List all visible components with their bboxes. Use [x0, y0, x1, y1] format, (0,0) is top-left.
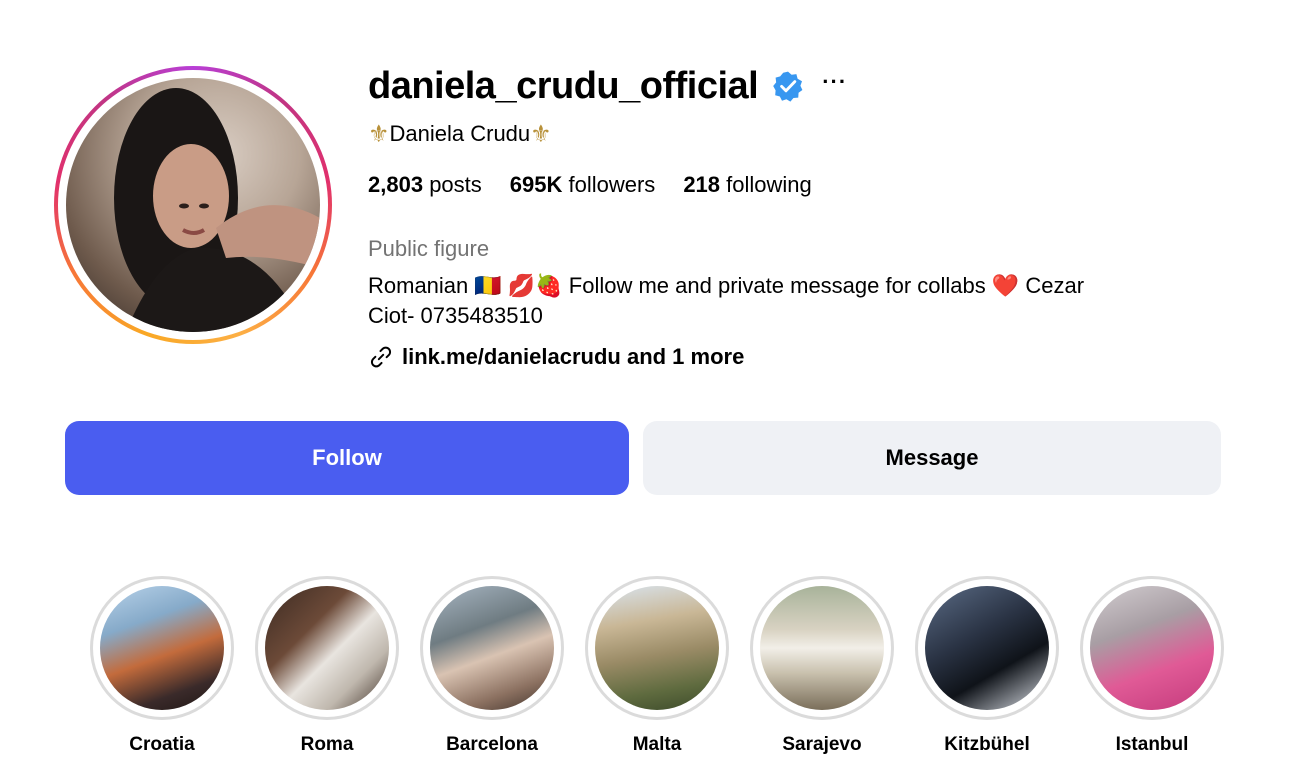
highlight-ring [255, 576, 399, 720]
full-name: Daniela Crudu [389, 121, 531, 146]
following-label: following [726, 172, 812, 197]
avatar-border [58, 70, 328, 340]
link-icon [370, 346, 392, 368]
highlight-border [1083, 579, 1221, 717]
posts-count: 2,803 [368, 172, 424, 197]
followers-count: 695K [509, 172, 563, 197]
username-row: daniela_crudu_official ··· [368, 60, 847, 112]
highlight-item[interactable]: Sarajevo [750, 576, 894, 756]
highlight-ring [90, 576, 234, 720]
highlight-label: Barcelona [446, 734, 538, 755]
highlight-label: Croatia [129, 734, 195, 755]
fleur-de-lis-icon: ⚜ [530, 120, 552, 148]
highlight-ring [585, 576, 729, 720]
profile-avatar-ring[interactable] [54, 66, 332, 344]
posts-stat: 2,803 posts [368, 172, 482, 198]
bio-line: Ciot- 0735483510 [368, 303, 543, 328]
story-highlights: Croatia Roma Barcelona Malta Sarajevo Ki… [90, 576, 1224, 756]
highlight-border [93, 579, 231, 717]
bio-line: Romanian 🇷🇴 💋🍓 Follow me and private mes… [368, 273, 1085, 298]
highlight-item[interactable]: Istanbul [1080, 576, 1224, 756]
highlight-label: Malta [632, 734, 682, 755]
highlight-label: Sarajevo [782, 734, 862, 755]
highlight-label: Roma [300, 734, 354, 755]
highlight-border [258, 579, 396, 717]
profile-link[interactable]: link.me/danielacrudu and 1 more [368, 344, 744, 370]
highlight-thumbnail [100, 586, 224, 710]
highlight-thumbnail [760, 586, 884, 710]
highlight-label: Kitzbühel [944, 734, 1030, 755]
posts-label: posts [429, 172, 482, 197]
avatar-photo-illustration [114, 88, 320, 332]
profile-category: Public figure [368, 236, 490, 261]
followers-stat[interactable]: 695K followers [510, 172, 656, 198]
highlight-ring [1080, 576, 1224, 720]
follow-button[interactable]: Follow [65, 421, 629, 495]
highlight-item[interactable]: Roma [255, 576, 399, 756]
highlight-border [588, 579, 726, 717]
highlight-border [753, 579, 891, 717]
highlight-item[interactable]: Malta [585, 576, 729, 756]
fleur-de-lis-icon: ⚜ [368, 120, 390, 148]
more-options-button[interactable]: ··· [822, 71, 847, 93]
highlight-item[interactable]: Kitzbühel [915, 576, 1059, 756]
following-stat[interactable]: 218 following [683, 172, 811, 198]
highlight-item[interactable]: Croatia [90, 576, 234, 756]
highlight-thumbnail [430, 586, 554, 710]
profile-stats: 2,803 posts 695K followers 218 following [368, 172, 840, 198]
highlight-thumbnail [1090, 586, 1214, 710]
username: daniela_crudu_official [368, 64, 759, 107]
following-count: 218 [683, 172, 721, 197]
profile-bio: Romanian 🇷🇴 💋🍓 Follow me and private mes… [368, 271, 1208, 331]
highlight-thumbnail [595, 586, 719, 710]
followers-label: followers [568, 172, 656, 197]
highlight-ring [750, 576, 894, 720]
highlight-border [918, 579, 1056, 717]
highlight-border [423, 579, 561, 717]
link-text: link.me/danielacrudu and 1 more [402, 344, 745, 369]
highlight-ring [420, 576, 564, 720]
highlight-thumbnail [265, 586, 389, 710]
avatar[interactable] [66, 78, 320, 332]
highlight-thumbnail [925, 586, 1049, 710]
highlight-item[interactable]: Barcelona [420, 576, 564, 756]
message-button[interactable]: Message [643, 421, 1221, 495]
verified-badge-icon [772, 70, 804, 102]
full-name-row: ⚜ Daniela Crudu ⚜ [368, 120, 552, 148]
highlight-label: Istanbul [1115, 734, 1189, 755]
highlight-ring [915, 576, 1059, 720]
